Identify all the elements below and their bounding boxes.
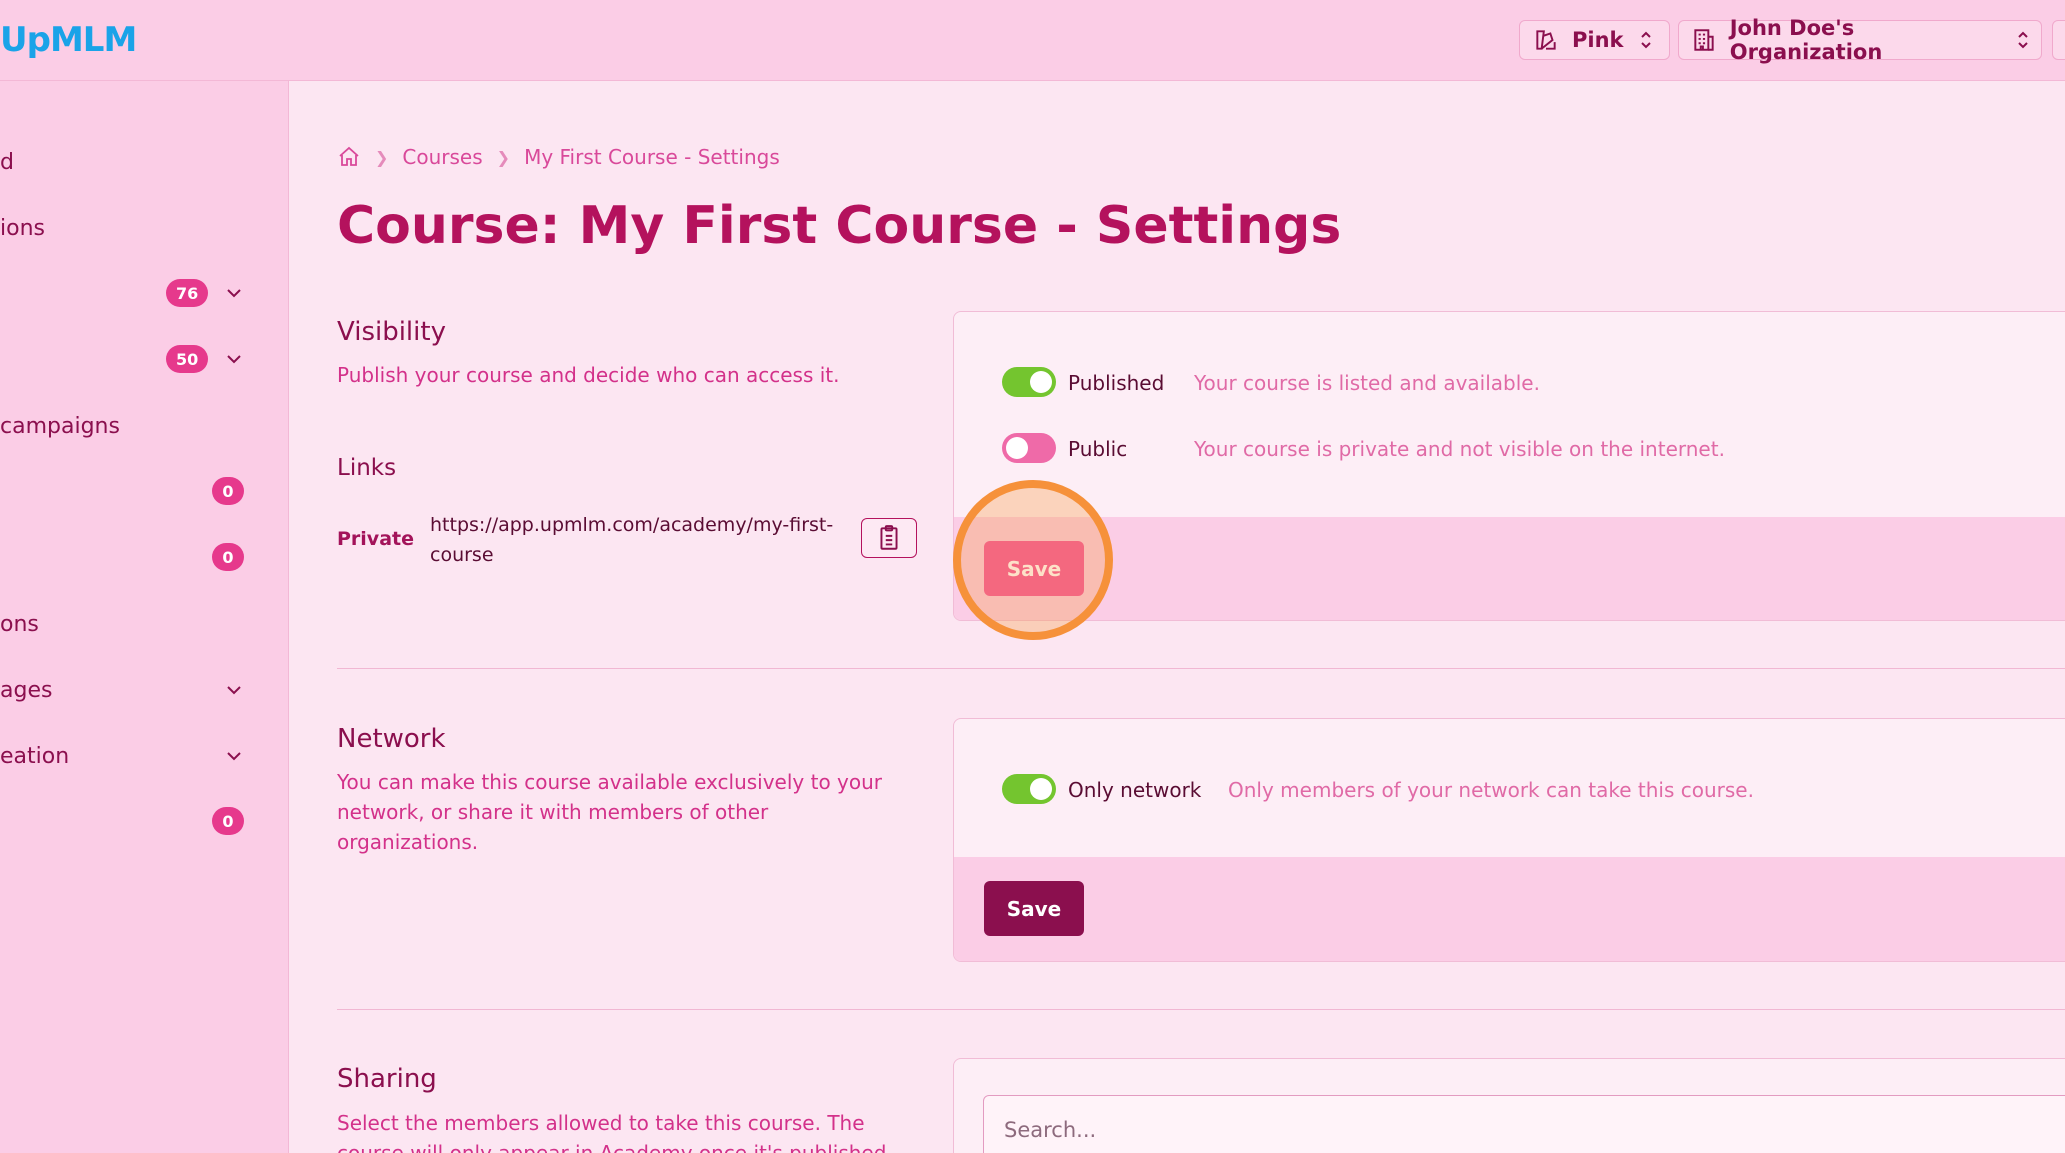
sidebar-item-label: ages	[0, 677, 53, 703]
only-network-toggle-description: Only members of your network can take th…	[1228, 778, 1754, 802]
network-save-button[interactable]: Save	[984, 881, 1084, 936]
published-toggle-label: Published	[1068, 371, 1165, 395]
public-toggle-label: Public	[1068, 437, 1128, 461]
sidebar-item[interactable]: ions	[0, 208, 289, 248]
visibility-card-footer	[954, 517, 2065, 620]
chevron-down-icon[interactable]	[222, 744, 246, 768]
published-toggle-description: Your course is listed and available.	[1194, 371, 1540, 395]
sidebar-item[interactable]: ons	[0, 604, 289, 644]
sidebar-item[interactable]: eation	[0, 736, 289, 776]
organization-selector-label: John Doe's Organization	[1729, 16, 1883, 64]
sidebar-item[interactable]: 0	[0, 537, 289, 577]
sidebar-item[interactable]: 76	[0, 273, 289, 313]
count-badge: 76	[166, 279, 209, 307]
sharing-description: Select the members allowed to take this …	[337, 1111, 893, 1153]
chevron-down-icon[interactable]	[222, 281, 246, 305]
visibility-card: Published Your course is listed and avai…	[953, 311, 2065, 621]
published-toggle[interactable]	[1002, 367, 1056, 397]
top-header: UpMLM Pink John Doe's Organization	[0, 0, 2065, 81]
visibility-title: Visibility	[337, 317, 446, 347]
sidebar-item[interactable]: ages	[0, 670, 289, 710]
private-link-url[interactable]: https://app.upmlm.com/academy/my-first-c…	[430, 510, 840, 570]
breadcrumb-item-current[interactable]: My First Course - Settings	[524, 145, 780, 169]
page-title: Course: My First Course - Settings	[337, 196, 1342, 256]
only-network-toggle[interactable]	[1002, 774, 1056, 804]
section-divider	[337, 668, 2065, 669]
count-badge: 0	[212, 543, 244, 571]
network-card: Only network Only members of your networ…	[953, 718, 2065, 962]
visibility-description: Publish your course and decide who can a…	[337, 363, 840, 387]
private-link-label: Private	[337, 528, 414, 550]
count-badge: 0	[212, 477, 244, 505]
organization-selector[interactable]: John Doe's Organization	[1678, 16, 2042, 64]
sidebar-item-label: d	[0, 149, 14, 175]
section-divider	[337, 1009, 2065, 1010]
member-search-input[interactable]	[983, 1095, 2065, 1153]
public-toggle-description: Your course is private and not visible o…	[1194, 437, 1725, 461]
user-menu-button[interactable]	[2052, 20, 2065, 60]
chevron-up-down-icon	[2017, 30, 2029, 50]
count-badge: 0	[212, 807, 244, 835]
chevron-down-icon[interactable]	[222, 678, 246, 702]
sidebar-item-label: ions	[0, 215, 45, 241]
copy-link-button[interactable]	[861, 518, 917, 558]
breadcrumb-separator-icon: ❯	[496, 147, 511, 167]
chevron-down-icon[interactable]	[222, 347, 246, 371]
links-title: Links	[337, 455, 397, 481]
network-description: You can make this course available exclu…	[337, 770, 883, 854]
breadcrumb-item-courses[interactable]: Courses	[402, 145, 482, 169]
only-network-toggle-label: Only network	[1068, 778, 1202, 802]
chevron-up-down-icon	[1640, 30, 1652, 50]
palette-icon	[1532, 26, 1560, 54]
sidebar-item[interactable]: d	[0, 142, 289, 182]
network-card-footer	[954, 857, 2065, 961]
network-title: Network	[337, 724, 446, 754]
breadcrumb: ❯ Courses ❯ My First Course - Settings	[337, 142, 780, 172]
sidebar-item[interactable]: 50	[0, 339, 289, 379]
visibility-save-button[interactable]: Save	[984, 541, 1084, 596]
sharing-title: Sharing	[337, 1064, 437, 1094]
public-toggle[interactable]	[1002, 433, 1056, 463]
building-icon	[1691, 26, 1718, 54]
home-icon[interactable]	[337, 145, 361, 169]
sidebar-item-label: campaigns	[0, 413, 120, 439]
sidebar-item[interactable]: 0	[0, 801, 289, 841]
sidebar-item-label: ons	[0, 611, 39, 637]
clipboard-icon	[880, 525, 898, 550]
sidebar-item[interactable]: campaigns	[0, 406, 289, 446]
theme-selector-label: Pink	[1572, 28, 1624, 52]
sidebar-item-label: eation	[0, 743, 70, 769]
sidebar: d ions 76 50 campaigns 0 0 ons ages eati…	[0, 81, 289, 1153]
breadcrumb-separator-icon: ❯	[375, 147, 389, 167]
sidebar-item[interactable]: 0	[0, 471, 289, 511]
count-badge: 50	[166, 345, 209, 373]
app-logo[interactable]: UpMLM	[0, 20, 137, 60]
theme-selector[interactable]: Pink	[1519, 20, 1670, 60]
